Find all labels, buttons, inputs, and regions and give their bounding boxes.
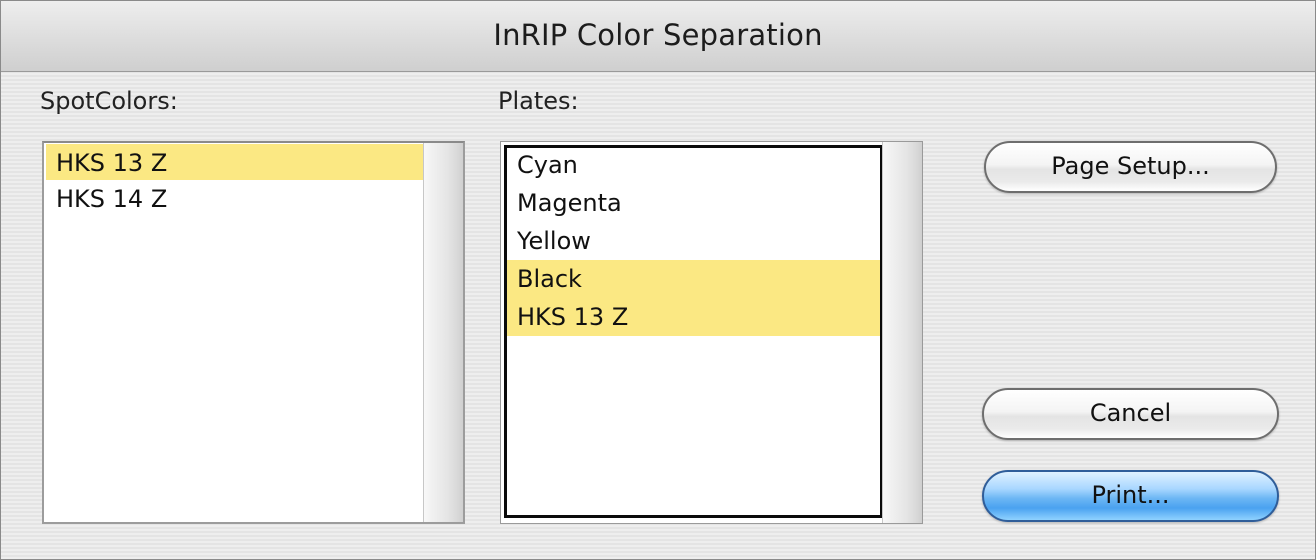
dialog-window: InRIP Color Separation SpotColors: Plate…: [0, 0, 1316, 560]
list-item[interactable]: Yellow: [507, 222, 880, 260]
window-title: InRIP Color Separation: [493, 18, 823, 52]
page-setup-button[interactable]: Page Setup...: [984, 141, 1277, 193]
list-item[interactable]: Magenta: [507, 184, 880, 222]
plates-scrollbar[interactable]: [882, 142, 922, 523]
spot-colors-list[interactable]: HKS 13 Z HKS 14 Z: [42, 141, 465, 524]
print-button[interactable]: Print...: [982, 470, 1279, 522]
spot-colors-label: SpotColors:: [40, 87, 178, 115]
plates-list[interactable]: Cyan Magenta Yellow Black HKS 13 Z: [500, 141, 923, 524]
list-item[interactable]: Cyan: [507, 146, 880, 184]
spot-colors-scrollbar[interactable]: [423, 143, 463, 522]
title-bar[interactable]: InRIP Color Separation: [1, 1, 1315, 72]
plates-items: Cyan Magenta Yellow Black HKS 13 Z: [507, 146, 880, 336]
spot-colors-items: HKS 13 Z HKS 14 Z: [46, 144, 424, 216]
list-item[interactable]: HKS 13 Z: [507, 298, 880, 336]
list-item[interactable]: HKS 13 Z: [46, 144, 424, 180]
list-item[interactable]: HKS 14 Z: [46, 180, 424, 216]
list-item[interactable]: Black: [507, 260, 880, 298]
cancel-button[interactable]: Cancel: [982, 388, 1279, 440]
plates-label: Plates:: [498, 87, 579, 115]
